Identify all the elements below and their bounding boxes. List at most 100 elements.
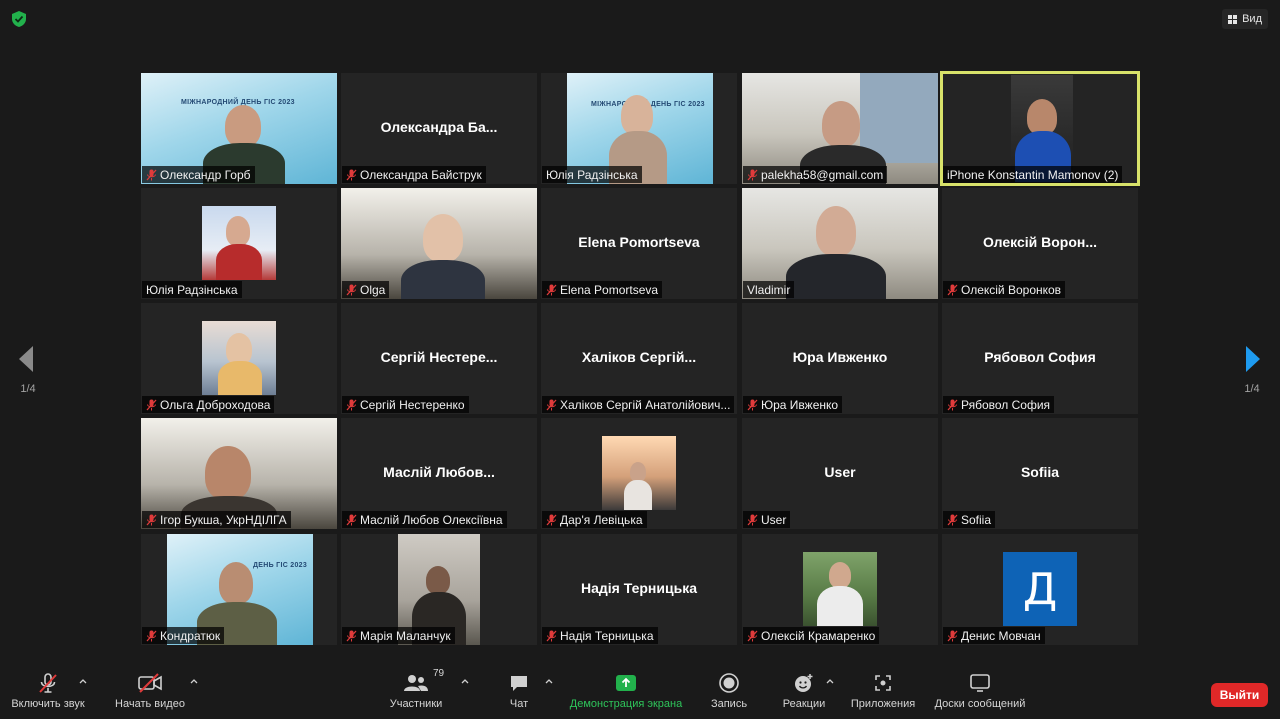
participant-tile[interactable]: Vladimir	[742, 188, 938, 299]
video-off-icon	[138, 672, 162, 693]
participant-tile[interactable]: User User	[742, 418, 938, 529]
participant-name-label: Юлія Радзінська	[542, 166, 642, 183]
participant-tile[interactable]: Халіков Сергій... Халіков Сергій Анатолі…	[541, 303, 737, 414]
unmute-button[interactable]: Включить звук	[8, 662, 88, 719]
apps-icon	[875, 674, 891, 691]
participant-display-name: Юра Ивженко	[792, 349, 888, 365]
participant-tile[interactable]: Юра Ивженко Юра Ивженко	[742, 303, 938, 414]
mic-muted-icon	[947, 284, 958, 295]
mic-muted-icon	[546, 399, 557, 410]
chat-button[interactable]: Чат	[499, 662, 539, 719]
mic-muted-icon	[546, 284, 557, 295]
participant-display-name: Олександра Ба...	[380, 119, 498, 135]
meeting-toolbar: Включить звук Начать видео 79 Участники …	[0, 662, 1280, 719]
participant-name-label: Ігор Букша, УкрНДІЛГА	[142, 511, 291, 528]
participant-tile[interactable]: Юлія Радзінська	[141, 188, 337, 299]
share-screen-button[interactable]: Демонстрация экрана	[566, 662, 686, 719]
participant-tile[interactable]: Олексій Крамаренко	[742, 534, 938, 645]
participant-tile[interactable]: Олександра Ба... Олександра Байструк	[341, 73, 537, 184]
participant-tile[interactable]: Дар'я Левіцька	[541, 418, 737, 529]
next-page-arrow-icon[interactable]	[1241, 344, 1265, 374]
participant-name-label: Кондратюк	[142, 627, 225, 644]
participant-name-label: Денис Мовчан	[943, 627, 1045, 644]
participant-display-name: User	[824, 464, 856, 480]
grid-view-icon	[1228, 14, 1238, 24]
emoji-reaction-icon	[795, 673, 813, 692]
active-speaker-tile[interactable]: iPhone Konstantin Mamonov (2)	[940, 71, 1140, 186]
encryption-shield-icon[interactable]	[10, 10, 28, 28]
apps-button[interactable]: Приложения	[848, 662, 918, 719]
mic-muted-icon	[947, 630, 958, 641]
chat-icon	[511, 675, 527, 691]
view-button[interactable]: Вид	[1222, 9, 1268, 29]
mic-muted-icon	[947, 514, 958, 525]
participant-tile[interactable]: Olga	[341, 188, 537, 299]
participant-name-label: palekha58@gmail.com	[743, 166, 888, 183]
start-video-label: Начать видео	[115, 697, 185, 710]
participant-name-label: Рябовол София	[943, 396, 1055, 413]
mic-muted-icon	[346, 514, 357, 525]
mic-muted-icon	[747, 630, 758, 641]
participant-tile[interactable]: Марія Маланчук	[341, 534, 537, 645]
participant-name-label: Надія Терницька	[542, 627, 658, 644]
participant-tile[interactable]: Д Денис Мовчан	[942, 534, 1138, 645]
reactions-button[interactable]: Реакции	[779, 662, 829, 719]
mic-muted-icon	[346, 169, 357, 180]
mic-muted-icon	[146, 169, 157, 180]
participant-tile[interactable]: Олексій Ворон... Олексій Воронков	[942, 188, 1138, 299]
participant-tile[interactable]: Сергій Нестере... Сергій Нестеренко	[341, 303, 537, 414]
share-screen-icon	[616, 674, 636, 691]
mic-muted-icon	[146, 399, 157, 410]
participant-name-label: Олександр Горб	[142, 166, 255, 183]
participant-display-name: Олексій Ворон...	[982, 234, 1098, 250]
apps-label: Приложения	[850, 697, 916, 710]
participant-name-label: Олексій Воронков	[943, 281, 1066, 298]
participant-video	[202, 321, 276, 395]
participant-tile[interactable]: Рябовол София Рябовол София	[942, 303, 1138, 414]
participant-name-label: Sofiia	[943, 511, 996, 528]
participant-tile[interactable]: МІЖНАРОДНИЙ ДЕНЬ ГІС 2023 Юлія Радзінськ…	[541, 73, 737, 184]
participant-tile[interactable]: Надія Терницька Надія Терницька	[541, 534, 737, 645]
participants-icon	[404, 674, 428, 691]
mic-muted-icon	[346, 284, 357, 295]
participant-display-name: Надія Терницька	[581, 580, 697, 596]
participant-name-label: Маслій Любов Олексіївна	[342, 511, 507, 528]
chat-options-chevron-icon[interactable]	[544, 676, 554, 686]
participant-name-label: User	[743, 511, 791, 528]
participant-name-label: Халіков Сергій Анатолійович...	[542, 396, 735, 413]
whiteboards-label: Доски сообщений	[934, 697, 1026, 710]
whiteboards-button[interactable]: Доски сообщений	[930, 662, 1030, 719]
mic-muted-icon	[346, 399, 357, 410]
record-button[interactable]: Запись	[704, 662, 754, 719]
participant-tile[interactable]: Ольга Доброходова	[141, 303, 337, 414]
participants-options-chevron-icon[interactable]	[460, 676, 470, 686]
share-screen-label: Демонстрация экрана	[569, 697, 683, 710]
participant-tile[interactable]: palekha58@gmail.com	[742, 73, 938, 184]
previous-page-arrow-icon[interactable]	[14, 344, 38, 374]
participant-display-name: Sofiia	[1020, 464, 1060, 480]
audio-options-chevron-icon[interactable]	[78, 676, 88, 686]
leave-meeting-button[interactable]: Выйти	[1211, 683, 1268, 707]
start-video-button[interactable]: Начать видео	[110, 662, 190, 719]
participant-tile[interactable]: Маслій Любов... Маслій Любов Олексіївна	[341, 418, 537, 529]
participant-video	[602, 436, 676, 510]
mic-muted-icon	[546, 630, 557, 641]
chat-label: Чат	[509, 697, 529, 710]
participant-name-label: Vladimir	[743, 281, 795, 298]
video-options-chevron-icon[interactable]	[189, 676, 199, 686]
participants-button[interactable]: 79 Участники	[386, 662, 446, 719]
participants-label: Участники	[389, 697, 443, 710]
participant-tile[interactable]: Ігор Букша, УкрНДІЛГА	[141, 418, 337, 529]
reactions-options-chevron-icon[interactable]	[825, 676, 835, 686]
participant-tile[interactable]: ДЕНЬ ГІС 2023 Кондратюк	[141, 534, 337, 645]
participant-tile[interactable]: МІЖНАРОДНИЙ ДЕНЬ ГІС 2023 Олександр Горб	[141, 73, 337, 184]
participant-name-label: Дар'я Левіцька	[542, 511, 647, 528]
participant-tile[interactable]: Sofiia Sofiia	[942, 418, 1138, 529]
mic-muted-icon	[747, 399, 758, 410]
participant-display-name: Рябовол София	[984, 349, 1096, 365]
participant-display-name: Халіков Сергій...	[581, 349, 697, 365]
unmute-label: Включить звук	[11, 697, 85, 710]
page-indicator-right: 1/4	[1244, 383, 1260, 395]
participant-name-label: Olga	[342, 281, 390, 298]
participant-tile[interactable]: Elena Pomortseva Elena Pomortseva	[541, 188, 737, 299]
